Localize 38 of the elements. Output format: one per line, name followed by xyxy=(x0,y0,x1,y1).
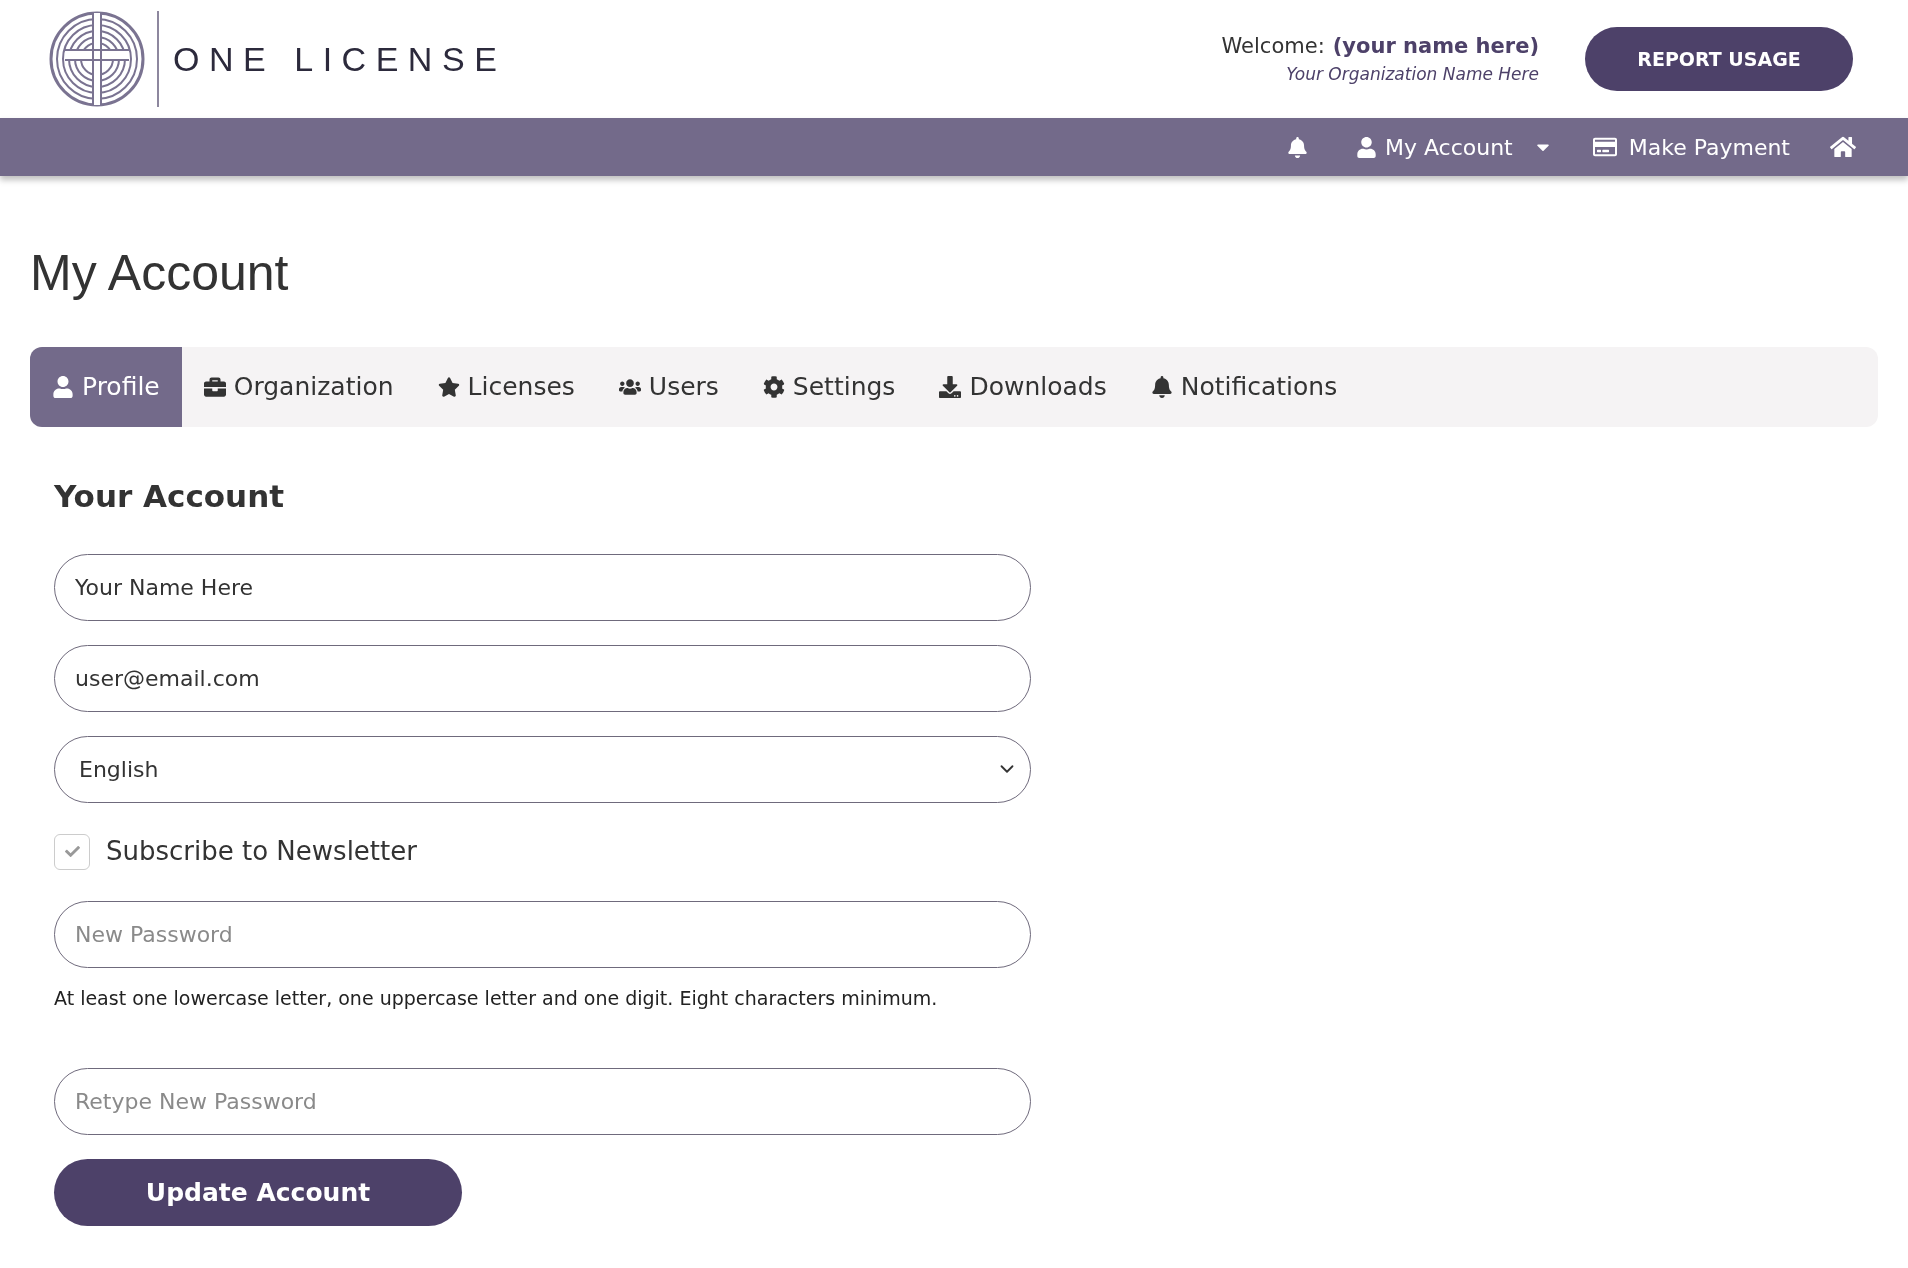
home-icon[interactable] xyxy=(1830,134,1856,160)
make-payment-link[interactable]: Make Payment xyxy=(1592,130,1790,164)
download-icon xyxy=(939,376,962,398)
briefcase-icon xyxy=(203,376,226,398)
section-title: Your Account xyxy=(54,477,286,516)
gear-icon xyxy=(762,376,785,398)
tab[interactable]: Users xyxy=(596,347,741,427)
password-field[interactable]: New Password xyxy=(54,900,1031,968)
newsletter-checkbox[interactable] xyxy=(54,833,90,870)
user-name: (your name here) xyxy=(1332,33,1539,60)
checkbox-label: Subscribe to Newsletter xyxy=(106,835,417,868)
tab[interactable]: Profile xyxy=(30,347,182,427)
tab[interactable]: Notifications xyxy=(1128,347,1360,427)
organization-name: Your Organization Name Here xyxy=(1286,63,1539,85)
password-hint: At least one lowercase letter, one uppercase letter and one digit. Eight characters minimum. xyxy=(54,985,939,1011)
person-icon xyxy=(52,376,74,398)
credit-card-icon xyxy=(1592,135,1617,159)
password-field[interactable]: Retype New Password xyxy=(54,1068,1031,1135)
brand-name: ONE LICENSE xyxy=(173,38,507,80)
bell-icon[interactable] xyxy=(1286,136,1308,158)
tab[interactable]: Downloads xyxy=(917,347,1129,427)
text-field[interactable]: user@email.com xyxy=(54,644,1031,712)
people-icon xyxy=(618,376,641,398)
tab[interactable]: Licenses xyxy=(415,347,597,427)
bell-icon xyxy=(1150,376,1173,398)
checkmark-icon xyxy=(64,844,80,859)
update-account-button[interactable]: Update Account xyxy=(54,1159,462,1226)
tab[interactable]: Organization xyxy=(181,347,416,427)
language-select[interactable]: English xyxy=(54,735,1031,803)
logo-emblem-icon xyxy=(47,9,147,109)
person-icon xyxy=(1355,136,1377,158)
welcome-label: Welcome: xyxy=(1221,33,1325,60)
my-account-menu[interactable]: My Account xyxy=(1355,130,1553,164)
report-usage-button[interactable]: REPORT USAGE xyxy=(1585,27,1853,91)
star-icon xyxy=(437,376,460,398)
tab[interactable]: Settings xyxy=(740,347,918,427)
page-title: My Account xyxy=(30,244,290,303)
text-field[interactable]: Your Name Here xyxy=(54,553,1031,621)
